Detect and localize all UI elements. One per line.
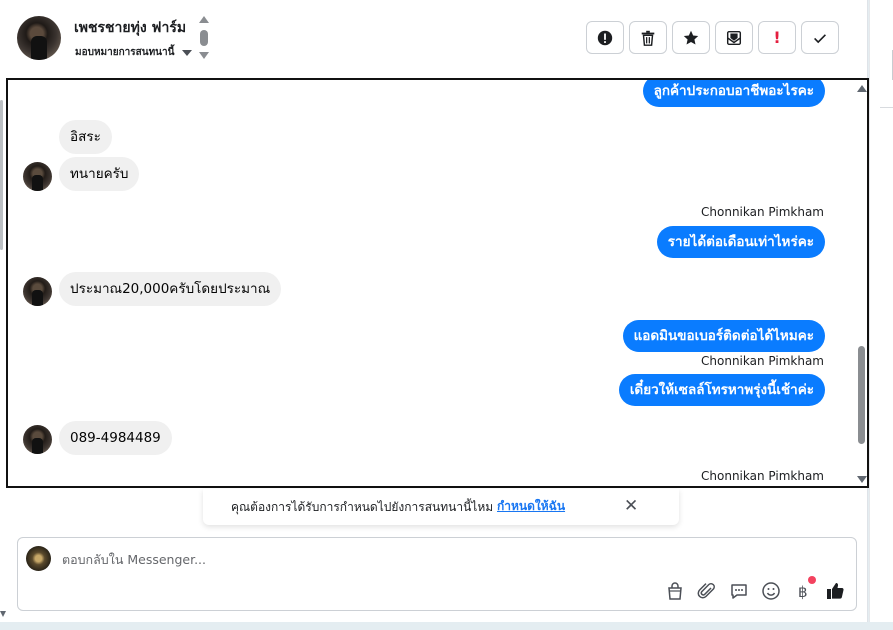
envelope-icon <box>726 30 742 45</box>
conversation-actions: ! <box>586 21 839 54</box>
check-icon <box>814 33 826 43</box>
message-bubble-incoming[interactable]: ประมาณ20,000ครับโดยประมาณ <box>59 272 282 306</box>
message-bubble-incoming[interactable]: ทนายครับ <box>59 157 140 191</box>
contact-avatar-small[interactable] <box>23 277 52 306</box>
message-bubble-incoming[interactable]: อิสระ <box>59 120 112 154</box>
sender-name: Chonnikan Pimkham <box>701 205 824 219</box>
contact-avatar[interactable] <box>17 16 61 60</box>
notification-dot <box>808 576 816 584</box>
contact-name[interactable]: เพชรชายทุ่ง ฟาร์ม <box>74 17 186 39</box>
page-scroll-down-icon[interactable] <box>0 611 6 617</box>
contact-avatar-small[interactable] <box>23 162 52 191</box>
message-bubble-outgoing[interactable]: รายได้ต่อเดือนเท่าไหร่คะ <box>656 226 825 258</box>
assign-to-me-link[interactable]: กำหนดให้ฉัน <box>497 497 565 516</box>
reply-composer: ฿ <box>17 537 857 611</box>
thread-scrollbar[interactable] <box>855 80 867 486</box>
conversation-panel: เพชรชายทุ่ง ฟาร์ม มอบหมายการสนทนานี้ ! ล… <box>0 0 869 622</box>
saved-reply-icon[interactable] <box>728 580 750 602</box>
shopping-bag-icon[interactable] <box>664 580 686 602</box>
trash-icon <box>641 30 655 46</box>
message-bubble-outgoing[interactable]: เดี๋ยวให้เซลล์โทรหาพรุ่งนี้เช้าค่ะ <box>618 374 825 406</box>
emoji-icon[interactable] <box>760 580 782 602</box>
close-icon[interactable]: ✕ <box>624 496 638 516</box>
scroll-up-icon[interactable] <box>199 16 209 23</box>
exclamation-circle-icon <box>597 30 613 45</box>
paperclip-icon[interactable] <box>696 580 718 602</box>
sender-name: Chonnikan Pimkham <box>701 354 824 368</box>
follow-up-button[interactable]: ! <box>758 21 796 54</box>
header-scrollbar[interactable] <box>198 16 210 62</box>
scroll-thumb[interactable] <box>200 30 208 46</box>
like-icon[interactable] <box>824 580 846 602</box>
star-button[interactable] <box>672 21 710 54</box>
conversation-header: เพชรชายทุ่ง ฟาร์ม มอบหมายการสนทนานี้ ! <box>0 0 868 78</box>
sender-name: Chonnikan Pimkham <box>701 469 824 483</box>
assign-notice-text: คุณต้องการได้รับการกำหนดไปยังการสนทนานี้… <box>231 500 494 514</box>
right-panel-rule <box>880 107 893 108</box>
baht-payment-icon[interactable]: ฿ <box>792 576 816 602</box>
mark-unread-button[interactable] <box>715 21 753 54</box>
composer-toolbar: ฿ <box>664 576 846 602</box>
mark-spam-button[interactable] <box>586 21 624 54</box>
message-bubble-outgoing[interactable]: ลูกค้าประกอบอาชีพอะไรคะ <box>642 80 825 107</box>
scroll-up-icon[interactable] <box>857 85 867 92</box>
star-icon <box>683 30 699 44</box>
assign-conversation-label[interactable]: มอบหมายการสนทนานี้ <box>75 45 174 60</box>
contact-avatar-small[interactable] <box>23 425 52 454</box>
caret-down-icon[interactable] <box>182 50 192 56</box>
scroll-down-icon[interactable] <box>199 52 209 59</box>
message-bubble-incoming[interactable]: 089-4984489 <box>59 421 172 455</box>
message-thread[interactable]: ลูกค้าประกอบอาชีพอะไรคะ อิสระ ทนายครับ C… <box>6 78 869 488</box>
page-bottom-bar <box>0 622 893 630</box>
scroll-thumb[interactable] <box>858 346 865 444</box>
scroll-down-icon[interactable] <box>857 476 867 483</box>
delete-button[interactable] <box>629 21 667 54</box>
left-scroll-edge <box>0 100 3 250</box>
message-bubble-outgoing[interactable]: แอดมินขอเบอร์ติดต่อได้ไหมคะ <box>622 320 825 352</box>
assign-notice: คุณต้องการได้รับการกำหนดไปยังการสนทนานี้… <box>203 489 679 525</box>
right-side-panel-edge <box>869 0 893 622</box>
svg-text:฿: ฿ <box>798 583 808 601</box>
page-avatar <box>26 546 51 571</box>
reply-input[interactable] <box>62 552 762 567</box>
mark-done-button[interactable] <box>801 21 839 54</box>
